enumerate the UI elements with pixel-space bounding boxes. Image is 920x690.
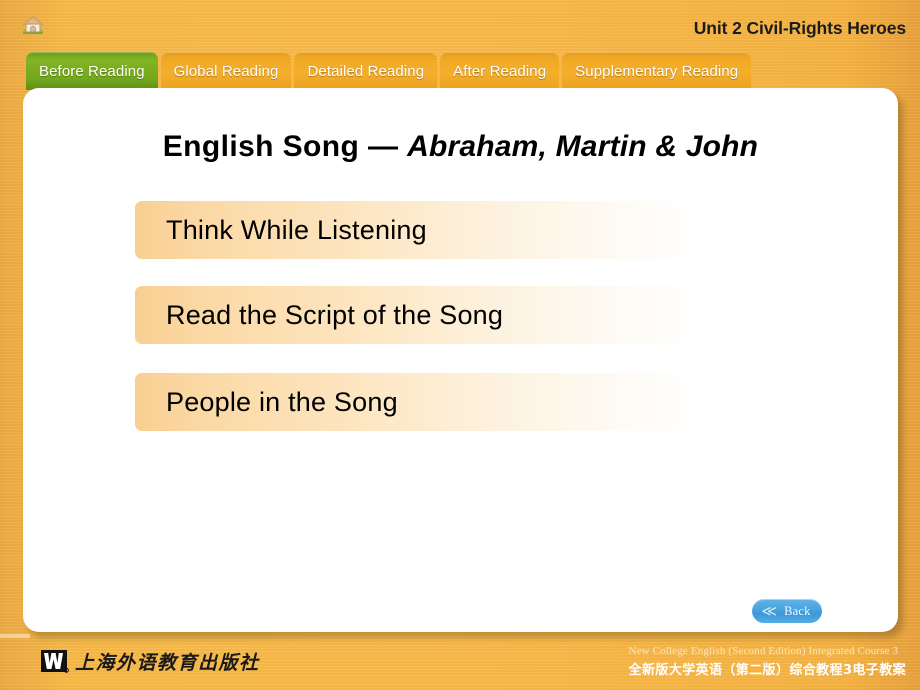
- tab-detailed-reading[interactable]: Detailed Reading: [294, 52, 438, 90]
- menu-item-read-the-script[interactable]: Read the Script of the Song: [135, 286, 705, 344]
- slide-page: Unit 2 Civil-Rights Heroes Before Readin…: [0, 0, 920, 690]
- header-bar: Unit 2 Civil-Rights Heroes: [0, 0, 920, 50]
- back-button[interactable]: ≪ Back: [752, 599, 822, 623]
- publisher-name: 上海外语教育出版社: [75, 652, 260, 674]
- publisher-branding: R 上海外语教育出版社: [40, 648, 260, 675]
- w-logo-icon: R: [40, 649, 70, 675]
- course-info: New College English (Second Edition) Int…: [629, 645, 906, 678]
- course-title-chinese: 全新版大学英语（第二版）综合教程3电子教案: [628, 663, 906, 678]
- menu-item-think-while-listening[interactable]: Think While Listening: [135, 201, 705, 259]
- footer-divider: [0, 634, 30, 638]
- slide-title-plain: English Song —: [162, 130, 408, 163]
- menu-item-people-in-the-song[interactable]: People in the Song: [135, 373, 705, 431]
- tab-global-reading[interactable]: Global Reading: [160, 52, 292, 90]
- tab-before-reading[interactable]: Before Reading: [26, 52, 158, 90]
- menu-item-label: Think While Listening: [166, 214, 427, 245]
- slide-title-italic: Abraham, Martin & John: [407, 130, 759, 163]
- tab-after-reading[interactable]: After Reading: [440, 52, 560, 90]
- tab-bar: Before Reading Global Reading Detailed R…: [26, 52, 754, 90]
- back-button-label: Back: [784, 603, 811, 618]
- double-chevron-left-icon: ≪: [761, 602, 778, 620]
- slide-title: English Song — Abraham, Martin & John: [23, 130, 898, 164]
- page-title: Unit 2 Civil-Rights Heroes: [693, 18, 906, 38]
- menu-item-label: People in the Song: [166, 386, 398, 417]
- menu-item-label: Read the Script of the Song: [166, 299, 504, 330]
- content-panel: English Song — Abraham, Martin & John Th…: [23, 88, 898, 632]
- course-title-english: New College English (Second Edition) Int…: [628, 645, 899, 657]
- svg-text:R: R: [66, 669, 68, 672]
- home-icon[interactable]: [20, 13, 46, 37]
- tab-supplementary-reading[interactable]: Supplementary Reading: [562, 52, 752, 90]
- footer-bar: R 上海外语教育出版社 New College English (Second …: [0, 640, 920, 690]
